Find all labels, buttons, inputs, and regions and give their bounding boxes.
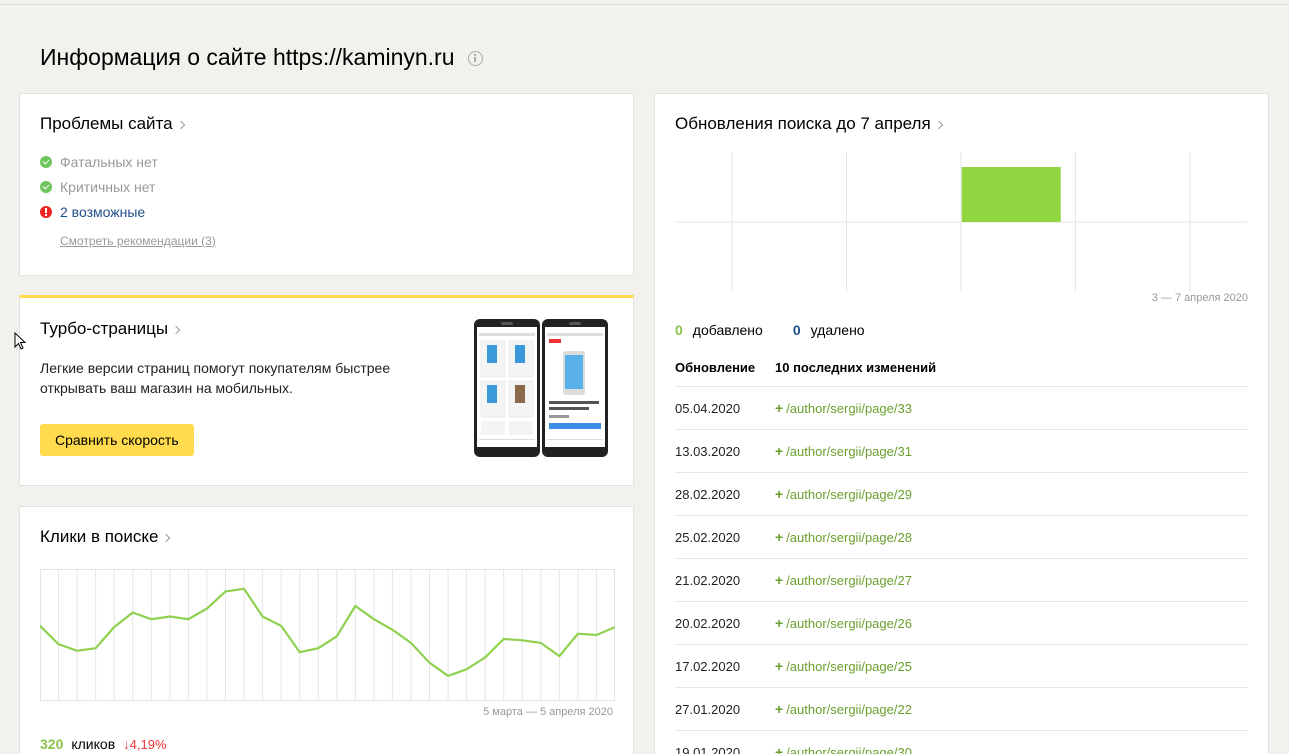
table-row: 27.01.2020 +/author/sergii/page/22: [675, 687, 1247, 730]
row-url-link[interactable]: /author/sergii/page/30: [786, 745, 912, 754]
plus-icon: +: [775, 701, 784, 717]
clicks-delta: ↓4,19%: [123, 737, 167, 752]
chart-border: [40, 569, 615, 701]
row-date: 28.02.2020: [675, 486, 741, 502]
row-url-link[interactable]: /author/sergii/page/31: [786, 444, 912, 459]
page-title-text: Информация о сайте https://kaminyn.ru: [40, 44, 455, 70]
problem-critical-label: Критичных нет: [60, 179, 156, 195]
added-label: добавлено: [692, 322, 763, 338]
updates-legend: 0 добавлено 0 удалено: [675, 322, 865, 338]
clicks-series-line: [40, 587, 615, 678]
problem-fatal-label: Фатальных нет: [60, 154, 158, 170]
phone-mockup-right: [542, 319, 608, 457]
row-url-link[interactable]: /author/sergii/page/29: [786, 487, 912, 502]
page-title: Информация о сайте https://kaminyn.ru: [40, 44, 483, 71]
plus-icon: +: [775, 529, 784, 545]
clicks-total: 320: [40, 736, 64, 752]
recommendations-link[interactable]: Смотреть рекомендации (3): [60, 234, 216, 248]
row-date: 20.02.2020: [675, 615, 741, 631]
table-row: 19.01.2020 +/author/sergii/page/30: [675, 730, 1247, 754]
problem-possible-label[interactable]: 2 возможные: [60, 204, 145, 220]
turbo-description: Легкие версии страниц помогут покупателя…: [40, 360, 391, 396]
chevron-right-icon: [176, 120, 185, 130]
row-date: 19.01.2020: [675, 744, 741, 754]
table-row: 17.02.2020 +/author/sergii/page/25: [675, 644, 1247, 687]
chevron-right-icon: [162, 533, 171, 543]
table-row: 20.02.2020 +/author/sergii/page/26: [675, 601, 1247, 644]
chevron-right-icon: [171, 325, 181, 335]
row-date: 17.02.2020: [675, 658, 741, 674]
clicks-title-text: Клики в поиске: [40, 527, 159, 546]
updates-title[interactable]: Обновления поиска до 7 апреля: [675, 114, 943, 134]
mouse-cursor-icon: [14, 332, 27, 350]
updates-card: Обновления поиска до 7 апреля 3 — 7 апре…: [654, 93, 1269, 754]
table-row: 21.02.2020 +/author/sergii/page/27: [675, 558, 1247, 601]
updates-range: 3 — 7 апреля 2020: [1151, 292, 1248, 304]
turbo-title-text: Турбо-страницы: [40, 319, 169, 338]
row-date: 21.02.2020: [675, 572, 741, 588]
clicks-title[interactable]: Клики в поиске: [40, 527, 171, 547]
updates-title-text: Обновления поиска до 7 апреля: [675, 114, 931, 133]
clicks-card: Клики в поиске 5 марта — 5 апреля 2020 3…: [19, 506, 634, 754]
removed-count: 0: [792, 322, 801, 338]
table-row: 13.03.2020 +/author/sergii/page/31: [675, 429, 1247, 472]
added-count: 0: [675, 322, 683, 338]
row-date: 05.04.2020: [675, 400, 741, 416]
problems-title[interactable]: Проблемы сайта: [40, 114, 185, 134]
row-date: 27.01.2020: [675, 701, 741, 717]
turbo-card: Турбо-страницы Легкие версии страниц пом…: [19, 295, 634, 486]
problems-title-text: Проблемы сайта: [40, 114, 173, 133]
problem-possible[interactable]: 2 возможные: [40, 204, 145, 220]
row-date: 25.02.2020: [675, 529, 741, 545]
clicks-line-chart: [40, 569, 615, 701]
updates-table-header: Обновление 10 последних изменений: [675, 360, 936, 375]
row-url-link[interactable]: /author/sergii/page/28: [786, 530, 912, 545]
table-row: 25.02.2020 +/author/sergii/page/28: [675, 515, 1247, 558]
plus-icon: +: [775, 744, 784, 754]
row-url-link[interactable]: /author/sergii/page/22: [786, 702, 912, 717]
problems-card: Проблемы сайта Фатальных нет Критичных н…: [19, 93, 634, 276]
problem-critical: Критичных нет: [40, 179, 155, 195]
row-url-link[interactable]: /author/sergii/page/33: [786, 401, 912, 416]
warning-circle-icon: [40, 206, 52, 218]
info-icon[interactable]: [467, 51, 483, 66]
check-circle-icon: [40, 156, 52, 168]
table-row: 05.04.2020 +/author/sergii/page/33: [675, 386, 1247, 429]
row-url-link[interactable]: /author/sergii/page/27: [786, 573, 912, 588]
row-url-link[interactable]: /author/sergii/page/25: [786, 659, 912, 674]
row-url-link[interactable]: /author/sergii/page/26: [786, 616, 912, 631]
top-divider: [0, 4, 1289, 5]
removed-label: удалено: [810, 322, 865, 338]
plus-icon: +: [775, 658, 784, 674]
row-date: 13.03.2020: [675, 443, 741, 459]
plus-icon: +: [775, 443, 784, 459]
chevron-right-icon: [934, 120, 943, 130]
updates-bar: [961, 167, 1061, 222]
check-circle-icon: [40, 181, 52, 193]
plus-icon: +: [775, 486, 784, 502]
clicks-total-label: кликов: [71, 736, 116, 752]
table-row: 28.02.2020 +/author/sergii/page/29: [675, 472, 1247, 515]
problem-fatal: Фатальных нет: [40, 154, 158, 170]
clicks-range: 5 марта — 5 апреля 2020: [483, 706, 613, 718]
plus-icon: +: [775, 572, 784, 588]
col-changes: 10 последних изменений: [775, 360, 937, 375]
turbo-title[interactable]: Турбо-страницы: [40, 319, 181, 339]
clicks-summary: 320 кликов ↓4,19%: [40, 736, 167, 752]
updates-bar-chart: [675, 152, 1247, 292]
col-update: Обновление: [675, 360, 756, 375]
compare-speed-button[interactable]: Сравнить скорость: [40, 424, 194, 456]
plus-icon: +: [775, 400, 784, 416]
phone-mockup-left: [474, 319, 540, 457]
plus-icon: +: [775, 615, 784, 631]
